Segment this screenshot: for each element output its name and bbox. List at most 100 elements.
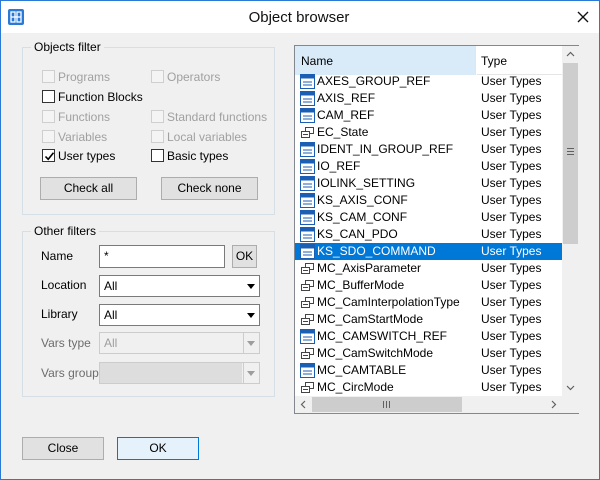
list-item-name: MC_BufferMode	[317, 278, 405, 292]
location-value: All	[104, 279, 118, 293]
list-item-name: KS_AXIS_CONF	[317, 193, 408, 207]
list-item-type: User Types	[481, 210, 542, 224]
struct-icon	[300, 159, 315, 174]
vertical-scroll-thumb[interactable]	[563, 63, 578, 244]
column-header-type[interactable]: Type	[477, 46, 562, 75]
chevron-left-icon[interactable]	[295, 396, 312, 413]
vars-group-label: Vars group	[41, 366, 99, 380]
list-item-type: User Types	[481, 261, 542, 275]
title-bar: Object browser	[1, 1, 599, 33]
objects-list[interactable]: Name Type AXES_GROUP_REF User Types AXIS_R…	[294, 45, 579, 414]
objects-filter-group: Objects filter Programs Operators Functi…	[22, 40, 275, 215]
column-header-name[interactable]: Name	[295, 46, 476, 75]
objects-filter-title: Objects filter	[31, 40, 104, 54]
chevron-down-icon	[247, 284, 255, 289]
list-item[interactable]: KS_SDO_COMMAND User Types	[295, 243, 562, 260]
list-item-type: User Types	[481, 227, 542, 241]
checkmark-icon	[44, 152, 55, 161]
window-close-button[interactable]	[569, 5, 597, 29]
library-value: All	[104, 308, 118, 322]
list-header: Name Type	[295, 46, 562, 75]
list-item-type: User Types	[481, 295, 542, 309]
list-item-type: User Types	[481, 108, 542, 122]
list-item-name: MC_CamInterpolationType	[317, 295, 460, 309]
enum-icon	[300, 278, 315, 293]
list-item[interactable]: MC_AxisParameter User Types	[295, 260, 562, 277]
chevron-right-icon[interactable]	[545, 396, 562, 413]
list-item-name: MC_CAMSWITCH_REF	[317, 329, 448, 343]
list-item[interactable]: IO_REF User Types	[295, 158, 562, 175]
list-item[interactable]: CAM_REF User Types	[295, 107, 562, 124]
list-item[interactable]: MC_CamStartMode User Types	[295, 311, 562, 328]
name-ok-button[interactable]: OK	[232, 245, 257, 268]
enum-icon	[300, 312, 315, 327]
scroll-down-button[interactable]	[562, 379, 579, 396]
close-button[interactable]: Close	[22, 437, 104, 460]
window-title: Object browser	[248, 9, 350, 26]
vars-group-select	[99, 362, 260, 384]
list-item[interactable]: KS_AXIS_CONF User Types	[295, 192, 562, 209]
list-item-name: MC_CircMode	[317, 380, 394, 394]
list-item-type: User Types	[481, 380, 542, 394]
list-item-name: MC_CamStartMode	[317, 312, 424, 326]
list-item-name: MC_CamSwitchMode	[317, 346, 434, 360]
vars-type-label: Vars type	[41, 336, 91, 350]
list-item[interactable]: MC_CamInterpolationType User Types	[295, 294, 562, 311]
check-none-button[interactable]: Check none	[161, 177, 258, 200]
list-item-name: IO_REF	[317, 159, 361, 173]
location-select[interactable]: All	[99, 275, 260, 297]
list-item-type: User Types	[481, 125, 542, 139]
list-item-name: AXES_GROUP_REF	[317, 74, 431, 88]
library-label: Library	[41, 307, 78, 321]
list-item[interactable]: IOLINK_SETTING User Types	[295, 175, 562, 192]
list-item-type: User Types	[481, 363, 542, 377]
chevron-down-icon	[247, 341, 255, 346]
struct-icon	[300, 108, 315, 123]
list-item[interactable]: MC_BufferMode User Types	[295, 277, 562, 294]
struct-icon	[300, 210, 315, 225]
list-item-type: User Types	[481, 193, 542, 207]
ok-button[interactable]: OK	[117, 437, 199, 460]
list-item[interactable]: MC_CAMSWITCH_REF User Types	[295, 328, 562, 345]
vertical-scrollbar[interactable]	[562, 46, 579, 396]
chevron-up-icon	[566, 51, 575, 57]
enum-icon	[300, 346, 315, 361]
enum-icon	[300, 380, 315, 395]
enum-icon	[300, 125, 315, 140]
list-item-name: MC_AxisParameter	[317, 261, 422, 275]
list-item[interactable]: KS_CAM_CONF User Types	[295, 209, 562, 226]
scroll-up-button[interactable]	[562, 46, 579, 63]
list-item[interactable]: MC_CAMTABLE User Types	[295, 362, 562, 379]
vars-type-value: All	[104, 336, 118, 350]
list-item[interactable]: AXIS_REF User Types	[295, 90, 562, 107]
struct-icon	[300, 142, 315, 157]
horizontal-scrollbar[interactable]	[295, 396, 562, 413]
horizontal-scroll-thumb[interactable]	[312, 397, 462, 412]
list-item[interactable]: IDENT_IN_GROUP_REF User Types	[295, 141, 562, 158]
list-item-type: User Types	[481, 142, 542, 156]
list-item-name: KS_SDO_COMMAND	[317, 244, 436, 258]
struct-icon	[300, 91, 315, 106]
list-item[interactable]: EC_State User Types	[295, 124, 562, 141]
list-item[interactable]: KS_CAN_PDO User Types	[295, 226, 562, 243]
struct-icon	[300, 74, 315, 89]
enum-icon	[300, 261, 315, 276]
list-item-type: User Types	[481, 329, 542, 343]
scroll-corner	[562, 396, 579, 413]
library-select[interactable]: All	[99, 304, 260, 326]
list-item-name: KS_CAM_CONF	[317, 210, 408, 224]
name-input[interactable]: *	[99, 245, 225, 268]
list-item[interactable]: MC_CircMode User Types	[295, 379, 562, 396]
struct-icon	[300, 193, 315, 208]
list-item-name: IOLINK_SETTING	[317, 176, 416, 190]
list-item[interactable]: MC_CamSwitchMode User Types	[295, 345, 562, 362]
struct-icon	[300, 176, 315, 191]
struct-icon	[300, 329, 315, 344]
list-item-name: EC_State	[317, 125, 369, 139]
struct-icon	[300, 244, 315, 259]
chevron-down-icon	[566, 385, 575, 391]
check-all-button[interactable]: Check all	[40, 177, 137, 200]
list-item[interactable]: AXES_GROUP_REF User Types	[295, 73, 562, 90]
enum-icon	[300, 295, 315, 310]
chevron-down-icon	[247, 371, 255, 376]
